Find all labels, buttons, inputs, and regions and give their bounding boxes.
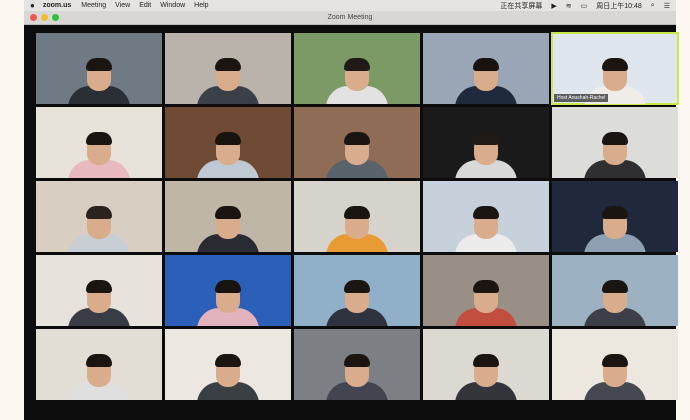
participant-video-tile[interactable]: Host Anushah-Rachel [551, 32, 679, 105]
participant-video-tile[interactable] [423, 181, 549, 252]
maximize-icon[interactable] [52, 14, 59, 21]
participant-video [326, 268, 388, 326]
search-icon[interactable]: ⌕ [651, 2, 655, 10]
menu-help[interactable]: Help [194, 2, 208, 9]
participant-video [68, 46, 130, 104]
participant-video [197, 46, 259, 104]
apple-icon[interactable]: ● [30, 1, 35, 10]
participant-video [584, 120, 646, 178]
participant-video [197, 268, 259, 326]
participant-video [326, 342, 388, 400]
participant-video [455, 194, 517, 252]
participant-video-tile[interactable] [294, 107, 420, 178]
participant-video-tile[interactable] [36, 33, 162, 104]
play-icon[interactable]: ▶ [551, 2, 556, 10]
participant-video-tile[interactable] [165, 107, 291, 178]
participant-video-tile[interactable] [294, 181, 420, 252]
menu-window[interactable]: Window [160, 2, 185, 9]
participant-video [68, 194, 130, 252]
window-title-bar: Zoom Meeting [24, 11, 676, 25]
window-controls [30, 14, 63, 21]
menu-list-icon[interactable]: ☰ [664, 2, 670, 10]
participant-video [455, 46, 517, 104]
window-title: Zoom Meeting [327, 14, 373, 21]
mac-menu-bar: ● zoom.us Meeting View Edit Window Help … [24, 0, 676, 11]
participant-video-tile[interactable] [552, 329, 678, 400]
participant-video-tile[interactable] [552, 181, 678, 252]
participant-video-tile[interactable] [36, 255, 162, 326]
wifi-icon[interactable]: ≋ [566, 2, 572, 10]
screen: ● zoom.us Meeting View Edit Window Help … [24, 0, 679, 420]
participant-name-label: Host Anushah-Rachel [554, 94, 609, 102]
participant-video [68, 268, 130, 326]
participant-video [326, 120, 388, 178]
participant-video-tile[interactable] [294, 329, 420, 400]
participant-video [455, 268, 517, 326]
participant-video-tile[interactable] [36, 107, 162, 178]
minimize-icon[interactable] [41, 14, 48, 21]
participant-video [455, 120, 517, 178]
participant-video-tile[interactable] [423, 33, 549, 104]
participant-video-tile[interactable] [165, 33, 291, 104]
participant-video [584, 194, 646, 252]
participant-video-tile[interactable] [423, 107, 549, 178]
menu-meeting[interactable]: Meeting [81, 2, 106, 9]
participant-video-tile[interactable] [294, 255, 420, 326]
participant-video [326, 194, 388, 252]
status-area: 正在共享屏幕 ▶ ≋ ▭ 周日上午10:48 ⌕ ☰ [491, 1, 670, 11]
participant-video-tile[interactable] [423, 255, 549, 326]
participant-video [68, 120, 130, 178]
participant-video-tile[interactable] [36, 181, 162, 252]
clock[interactable]: 周日上午10:48 [596, 1, 642, 11]
participant-video [197, 120, 259, 178]
screen-share-status[interactable]: 正在共享屏幕 [500, 1, 542, 11]
participant-video-tile[interactable] [165, 255, 291, 326]
menu-view[interactable]: View [115, 2, 130, 9]
app-menu[interactable]: zoom.us [43, 2, 71, 9]
participant-video [68, 342, 130, 400]
battery-icon[interactable]: ▭ [581, 2, 588, 10]
participant-video-tile[interactable] [552, 107, 678, 178]
participant-video-tile[interactable] [423, 329, 549, 400]
participant-video [326, 46, 388, 104]
participant-video-tile[interactable] [165, 181, 291, 252]
participant-video [197, 342, 259, 400]
close-icon[interactable] [30, 14, 37, 21]
participant-video-tile[interactable] [36, 329, 162, 400]
participant-video-tile[interactable] [165, 329, 291, 400]
participant-video-tile[interactable] [294, 33, 420, 104]
gallery-view: Host Anushah-Rachel [36, 32, 679, 403]
participant-video [584, 342, 646, 400]
participant-video-tile[interactable] [552, 255, 678, 326]
menu-edit[interactable]: Edit [139, 2, 151, 9]
participant-video [197, 194, 259, 252]
participant-video [455, 342, 517, 400]
participant-video [584, 268, 646, 326]
